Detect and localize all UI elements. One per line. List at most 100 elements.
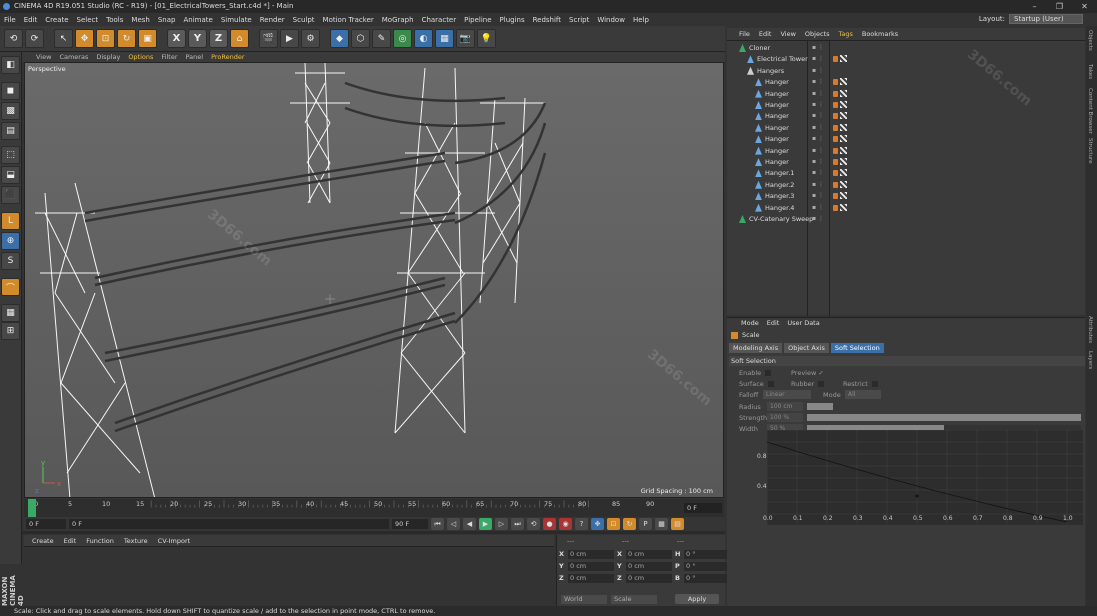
material-menu-texture[interactable]: Texture bbox=[124, 537, 148, 545]
playhead[interactable] bbox=[28, 499, 36, 517]
object-tags[interactable] bbox=[833, 192, 847, 200]
plugin-tag-icon[interactable] bbox=[833, 102, 838, 108]
make-editable-icon[interactable]: ◧ bbox=[1, 56, 20, 74]
maximize-button[interactable]: ❐ bbox=[1047, 0, 1072, 13]
timeline-ruler[interactable]: 0 5 10 15 20 25 30 35 40 45 50 55 60 65 70 75 80 85 90 0 F bbox=[24, 499, 724, 517]
viewport-menu-view[interactable]: View bbox=[36, 53, 51, 61]
object-tags[interactable] bbox=[833, 146, 847, 155]
position-x-field[interactable]: 0 cm bbox=[568, 549, 614, 559]
material-tag-icon[interactable] bbox=[840, 192, 847, 200]
rotate-icon[interactable]: ↻ bbox=[117, 29, 136, 48]
tab-soft-selection[interactable]: Soft Selection bbox=[830, 343, 884, 353]
restrict-checkbox[interactable]: Restrict bbox=[843, 380, 878, 388]
close-button[interactable]: ✕ bbox=[1072, 0, 1097, 13]
layout-select[interactable]: Startup (User) bbox=[1009, 14, 1083, 24]
object-tags[interactable] bbox=[833, 169, 847, 177]
object-tags[interactable] bbox=[833, 112, 847, 120]
tab-takes[interactable]: Takes bbox=[1087, 64, 1093, 79]
previous-key-button[interactable]: ◁ bbox=[447, 518, 460, 530]
live-selection-icon[interactable]: ↖ bbox=[54, 29, 73, 48]
start-frame-field[interactable]: 0 F bbox=[26, 519, 66, 529]
visibility-toggle-icon[interactable]: ▪ ⋮ bbox=[812, 192, 824, 199]
object-row[interactable]: Hanger.3 ▪ ⋮ bbox=[727, 191, 1085, 202]
menu-mograph[interactable]: MoGraph bbox=[382, 16, 414, 24]
am-menu-mode[interactable]: Mode bbox=[741, 319, 759, 327]
menu-motion-tracker[interactable]: Motion Tracker bbox=[323, 16, 374, 24]
material-tag-icon[interactable] bbox=[840, 169, 847, 177]
menu-select[interactable]: Select bbox=[77, 16, 99, 24]
plugin-tag-icon[interactable] bbox=[833, 124, 838, 131]
position-z-field[interactable]: 0 cm bbox=[568, 573, 614, 583]
am-menu-user-data[interactable]: User Data bbox=[787, 319, 819, 327]
plugin-tag-icon[interactable] bbox=[833, 204, 838, 211]
snap-icon[interactable]: S bbox=[1, 252, 20, 270]
object-tags[interactable] bbox=[833, 180, 847, 189]
material-tag-icon[interactable] bbox=[840, 135, 847, 143]
om-menu-file[interactable]: File bbox=[739, 30, 750, 38]
object-row[interactable]: Cloner ▪ ⋮ bbox=[727, 43, 1085, 54]
object-row[interactable]: Hanger ▪ ⋮ bbox=[727, 146, 1085, 157]
surface-checkbox[interactable]: Surface bbox=[739, 380, 774, 388]
record-keys-button[interactable]: ● bbox=[543, 518, 556, 530]
tab-layers[interactable]: Layers bbox=[1087, 351, 1093, 369]
tab-structure[interactable]: Structure bbox=[1087, 138, 1093, 164]
radius-field[interactable]: 100 cm bbox=[767, 402, 803, 411]
object-tags[interactable] bbox=[833, 101, 847, 109]
size-x-field[interactable]: 0 cm bbox=[626, 549, 672, 559]
points-mode-icon[interactable]: ⬚ bbox=[1, 146, 20, 164]
menu-script[interactable]: Script bbox=[569, 16, 589, 24]
key-parameter-button[interactable]: P bbox=[639, 518, 652, 530]
viewport-menu-options[interactable]: Options bbox=[128, 53, 153, 61]
plugin-tag-icon[interactable] bbox=[833, 136, 838, 143]
plugin-tag-icon[interactable] bbox=[833, 90, 838, 97]
visibility-toggle-icon[interactable]: ▪ ⋮ bbox=[812, 124, 824, 131]
go-to-end-button[interactable]: ⏭ bbox=[511, 518, 524, 530]
visibility-toggle-icon[interactable]: ▪ ⋮ bbox=[812, 90, 824, 97]
falloff-select[interactable]: Linear bbox=[763, 390, 811, 399]
object-row[interactable]: Hanger.1 ▪ ⋮ bbox=[727, 168, 1085, 179]
om-menu-tags[interactable]: Tags bbox=[838, 30, 852, 38]
rotation-b-field[interactable]: 0 ° bbox=[684, 573, 730, 583]
menu-simulate[interactable]: Simulate bbox=[221, 16, 252, 24]
material-tag-icon[interactable] bbox=[840, 112, 847, 120]
object-row[interactable]: Electrical Tower ▪ ⋮ bbox=[727, 54, 1085, 65]
texture-mode-icon[interactable]: ▩ bbox=[1, 102, 20, 120]
workplane-icon[interactable]: ▤ bbox=[1, 122, 20, 140]
redo-button[interactable]: ⟳ bbox=[25, 29, 44, 48]
preview-checkbox[interactable]: Preview ✓ bbox=[791, 369, 824, 377]
menu-pipeline[interactable]: Pipeline bbox=[464, 16, 491, 24]
viewport-menu-filter[interactable]: Filter bbox=[161, 53, 177, 61]
polygons-mode-icon[interactable]: ⬛ bbox=[1, 186, 20, 204]
menu-snap[interactable]: Snap bbox=[158, 16, 176, 24]
plugin-tag-icon[interactable] bbox=[833, 113, 838, 120]
plugin-tag-icon[interactable] bbox=[833, 79, 838, 86]
keyframe-selection-button[interactable]: ? bbox=[575, 518, 588, 530]
play-button[interactable]: ▶ bbox=[479, 518, 492, 530]
material-tag-icon[interactable] bbox=[840, 55, 847, 63]
visibility-toggle-icon[interactable]: ▪ ⋮ bbox=[812, 135, 824, 142]
object-tags[interactable] bbox=[833, 158, 847, 166]
rotation-p-field[interactable]: 0 ° bbox=[684, 561, 730, 571]
axis-x-button[interactable]: X bbox=[167, 29, 186, 48]
tab-attributes[interactable]: Attributes bbox=[1087, 316, 1093, 343]
object-row[interactable]: Hanger ▪ ⋮ bbox=[727, 134, 1085, 145]
strength-slider-track[interactable] bbox=[807, 414, 1081, 421]
object-tags[interactable] bbox=[833, 123, 847, 132]
tab-objects[interactable]: Objects bbox=[1087, 30, 1093, 51]
magnet-icon[interactable]: ⌒ bbox=[1, 278, 20, 296]
material-tag-icon[interactable] bbox=[840, 203, 847, 211]
viewport-menu-prorender[interactable]: ProRender bbox=[211, 53, 244, 61]
menu-file[interactable]: File bbox=[4, 16, 16, 24]
play-backwards-button[interactable]: ◀ bbox=[463, 518, 476, 530]
camera-icon[interactable]: 📷 bbox=[456, 29, 475, 48]
rotation-h-field[interactable]: 0 ° bbox=[684, 549, 730, 559]
material-manager-area[interactable] bbox=[24, 546, 554, 606]
object-tags[interactable] bbox=[833, 55, 847, 63]
plugin-tag-icon[interactable] bbox=[833, 56, 838, 63]
menu-render[interactable]: Render bbox=[260, 16, 285, 24]
axis-y-button[interactable]: Y bbox=[188, 29, 207, 48]
om-menu-view[interactable]: View bbox=[780, 30, 795, 38]
coordinate-system-icon[interactable]: ⌂ bbox=[230, 29, 249, 48]
menu-create[interactable]: Create bbox=[45, 16, 68, 24]
size-mode-select[interactable]: Scale bbox=[611, 595, 657, 604]
